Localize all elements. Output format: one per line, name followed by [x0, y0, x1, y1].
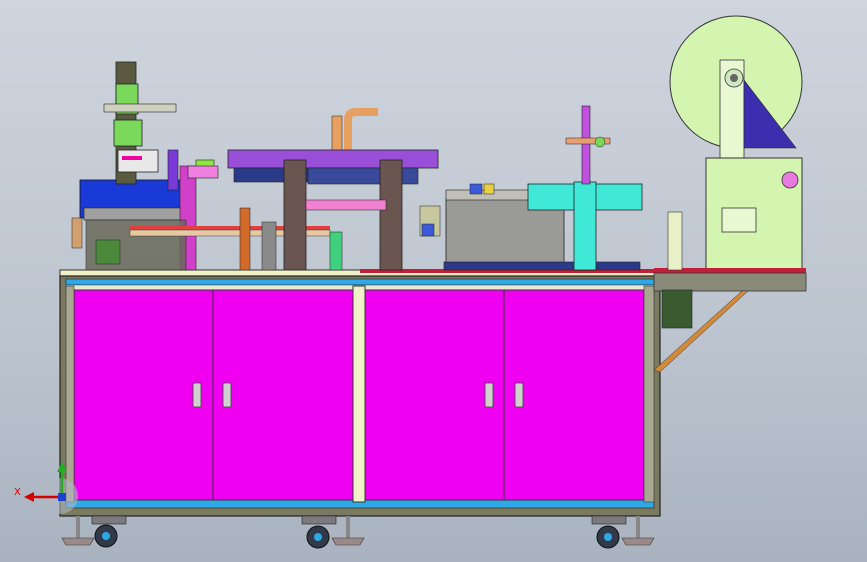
- pick-head-mast: [581, 105, 591, 185]
- rail-pillar-orange: [239, 207, 251, 271]
- conveyor-blue-cap: [469, 183, 483, 195]
- door-handle-4[interactable]: [514, 382, 524, 408]
- axis-x-arrow: [24, 492, 34, 502]
- caster-left: [91, 515, 127, 548]
- press-bracket-top: [103, 103, 177, 113]
- press-orange-plate: [71, 217, 83, 249]
- door-panel-1: [73, 289, 214, 501]
- cable-chain: [344, 108, 378, 150]
- door-panel-4: [503, 289, 645, 501]
- cabinet: [59, 269, 661, 517]
- gantry-blue-tab: [421, 223, 435, 237]
- press-station: [71, 61, 219, 271]
- leveling-foot-left: [61, 516, 95, 546]
- rail-pillar-gray: [261, 221, 277, 271]
- leveling-foot-right: [621, 516, 655, 546]
- leveling-foot-middle: [331, 516, 365, 546]
- door-handle-1[interactable]: [192, 382, 202, 408]
- gantry-crossbar: [305, 199, 387, 211]
- gantry: [227, 108, 441, 271]
- tape-housing-window: [721, 207, 757, 233]
- gantry-cylinder-green: [329, 231, 343, 271]
- machine-cad-view: X: [14, 15, 807, 549]
- axis-z-marker: [58, 493, 66, 501]
- gantry-leg-right: [379, 159, 403, 271]
- conveyor-yellow-cap: [483, 183, 495, 195]
- tape-roll-axle: [730, 74, 738, 82]
- tape-unit: [653, 15, 807, 373]
- press-block-pink: [187, 165, 219, 179]
- caster-middle: [301, 515, 337, 549]
- door-handle-3[interactable]: [484, 382, 494, 408]
- cabinet-rail-top: [65, 278, 655, 286]
- side-post-left: [65, 285, 75, 503]
- tape-platform: [653, 272, 807, 292]
- press-plate-gray: [83, 207, 189, 221]
- pick-head-stem: [573, 181, 597, 271]
- caster-right: [591, 515, 627, 549]
- door-panel-2: [212, 289, 354, 501]
- press-body-green: [113, 119, 143, 147]
- press-upright-violet: [167, 149, 179, 191]
- press-pink-bar: [122, 156, 142, 160]
- cable-chain-post: [331, 115, 343, 153]
- gantry-leg-left: [283, 159, 307, 271]
- conveyor-belt: [443, 261, 641, 271]
- door-panel-3: [364, 289, 505, 501]
- side-post-right: [643, 285, 655, 503]
- press-green-block: [95, 239, 121, 265]
- door-handle-2[interactable]: [222, 382, 232, 408]
- tape-post-left: [667, 211, 683, 271]
- casters: [61, 515, 655, 549]
- pick-head-knob: [594, 136, 606, 148]
- tape-motor-box: [661, 289, 693, 329]
- press-window: [117, 149, 159, 173]
- tape-housing-roller: [781, 171, 799, 189]
- center-post: [352, 285, 366, 503]
- gantry-beam: [227, 149, 439, 169]
- axis-x-label: X: [14, 487, 21, 498]
